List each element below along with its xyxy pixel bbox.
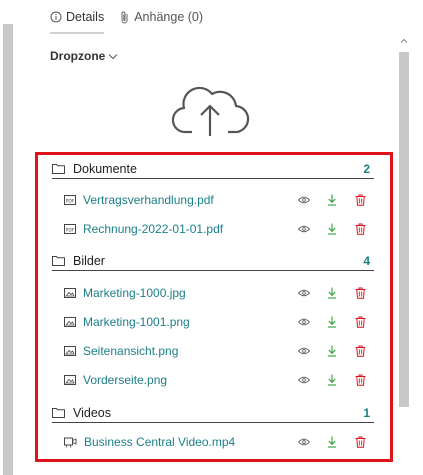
eye-icon[interactable] — [290, 289, 318, 297]
info-icon — [50, 11, 62, 23]
group-count: 4 — [363, 253, 370, 268]
image-file-icon — [64, 316, 76, 328]
folder-icon — [52, 163, 65, 174]
trash-icon[interactable] — [346, 436, 374, 448]
eye-icon[interactable] — [290, 347, 318, 355]
trash-icon[interactable] — [346, 194, 374, 206]
trash-icon[interactable] — [346, 287, 374, 299]
download-icon[interactable] — [318, 374, 346, 386]
tab-attachments[interactable]: Anhänge (0) — [120, 0, 203, 34]
file-actions — [290, 369, 374, 391]
image-file-icon — [64, 345, 76, 357]
eye-icon[interactable] — [290, 318, 318, 326]
eye-icon[interactable] — [290, 225, 318, 233]
file-actions — [290, 218, 374, 240]
pdf-file-icon: PDF — [64, 194, 76, 206]
scroll-up-arrow-icon[interactable] — [399, 38, 409, 48]
svg-text:PDF: PDF — [66, 227, 75, 233]
file-row: Business Central Video.mp4 — [64, 431, 374, 453]
tab-attachments-label: Anhänge (0) — [134, 10, 204, 24]
trash-icon[interactable] — [346, 374, 374, 386]
group-name: Bilder — [73, 253, 105, 268]
file-row: PDF Rechnung-2022-01-01.pdf — [64, 218, 374, 240]
file-groups-container: Dokumente 2 PDF Vertragsverhandlung.pdf … — [35, 152, 393, 462]
group-header-dokumente[interactable]: Dokumente 2 — [52, 159, 374, 179]
tab-details-label: Details — [66, 10, 105, 24]
svg-text:PDF: PDF — [66, 198, 75, 204]
trash-icon[interactable] — [346, 223, 374, 235]
file-link[interactable]: Rechnung-2022-01-01.pdf — [83, 222, 223, 236]
group-header-videos[interactable]: Videos 1 — [52, 403, 374, 423]
dropzone-label: Dropzone — [50, 49, 106, 63]
trash-icon[interactable] — [346, 316, 374, 328]
file-actions — [290, 340, 374, 362]
paperclip-icon — [120, 11, 130, 24]
tab-bar: Details Anhänge (0) — [50, 0, 219, 34]
image-file-icon — [64, 287, 76, 299]
group-count: 1 — [363, 405, 370, 420]
file-link[interactable]: Marketing-1000.jpg — [83, 286, 186, 300]
file-link[interactable]: Vorderseite.png — [83, 373, 167, 387]
download-icon[interactable] — [318, 316, 346, 328]
eye-icon[interactable] — [290, 438, 318, 446]
download-icon[interactable] — [318, 287, 346, 299]
right-scrollbar-thumb[interactable] — [399, 52, 409, 407]
folder-icon — [52, 255, 65, 266]
right-scrollbar[interactable] — [397, 34, 411, 475]
eye-icon[interactable] — [290, 196, 318, 204]
tab-details[interactable]: Details — [50, 0, 105, 34]
file-link[interactable]: Business Central Video.mp4 — [84, 435, 235, 449]
cloud-upload-icon[interactable] — [171, 84, 250, 140]
file-row: PDF Vertragsverhandlung.pdf — [64, 189, 374, 211]
file-link[interactable]: Marketing-1001.png — [83, 315, 190, 329]
dropzone-toggle[interactable]: Dropzone — [50, 49, 118, 63]
download-icon[interactable] — [318, 345, 346, 357]
file-row: Marketing-1000.jpg — [64, 282, 374, 304]
file-row: Vorderseite.png — [64, 369, 374, 391]
file-link[interactable]: Vertragsverhandlung.pdf — [83, 193, 214, 207]
download-icon[interactable] — [318, 223, 346, 235]
group-header-bilder[interactable]: Bilder 4 — [52, 251, 374, 271]
eye-icon[interactable] — [290, 376, 318, 384]
file-row: Marketing-1001.png — [64, 311, 374, 333]
chevron-down-icon — [108, 53, 118, 60]
trash-icon[interactable] — [346, 345, 374, 357]
image-file-icon — [64, 374, 76, 386]
file-row: Seitenansicht.png — [64, 340, 374, 362]
folder-icon — [52, 407, 65, 418]
download-icon[interactable] — [318, 436, 346, 448]
left-scrollbar[interactable] — [0, 0, 16, 475]
download-icon[interactable] — [318, 194, 346, 206]
pdf-file-icon: PDF — [64, 223, 76, 235]
file-actions — [290, 431, 374, 453]
file-actions — [290, 282, 374, 304]
video-file-icon — [64, 436, 77, 448]
file-link[interactable]: Seitenansicht.png — [83, 344, 178, 358]
factbox-panel: Details Anhänge (0) Dropzone Dokumente 2… — [16, 0, 407, 475]
left-scrollbar-thumb[interactable] — [3, 24, 13, 475]
file-actions — [290, 311, 374, 333]
group-count: 2 — [363, 161, 370, 176]
group-name: Videos — [73, 405, 111, 420]
group-name: Dokumente — [73, 161, 137, 176]
file-actions — [290, 189, 374, 211]
